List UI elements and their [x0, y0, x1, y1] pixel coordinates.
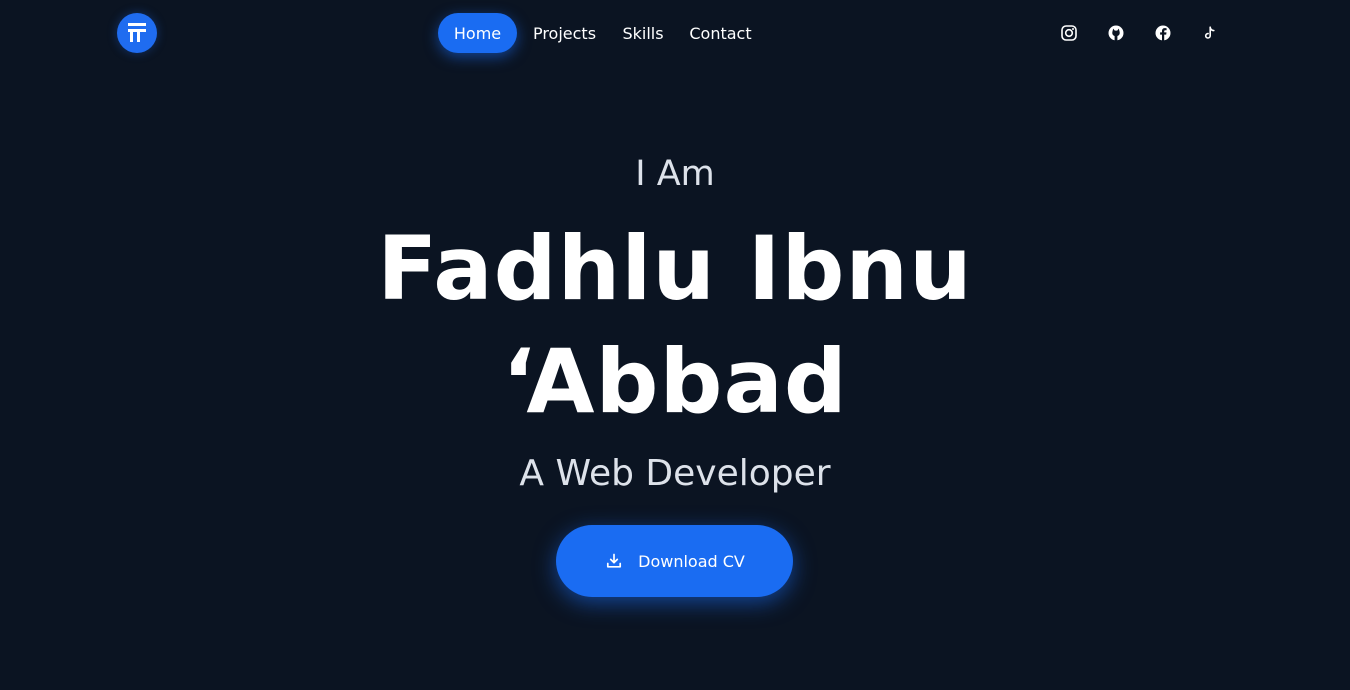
github-icon[interactable]	[1105, 22, 1127, 44]
instagram-icon[interactable]	[1058, 22, 1080, 44]
tiktok-icon[interactable]	[1199, 22, 1221, 44]
main-nav: Home Projects Skills Contact	[438, 13, 756, 53]
hero-name-line1: Fadhlu Ibnu	[377, 217, 973, 320]
download-icon	[604, 551, 624, 571]
nav-skills[interactable]: Skills	[621, 13, 665, 53]
nav-home[interactable]: Home	[438, 13, 517, 53]
download-cv-label: Download CV	[638, 551, 745, 571]
site-header: Home Projects Skills Contact	[0, 0, 1350, 66]
nav-projects[interactable]: Projects	[517, 13, 612, 53]
hero-name-line2: ‘Abbad	[502, 330, 848, 433]
facebook-icon[interactable]	[1152, 22, 1174, 44]
nav-contact[interactable]: Contact	[685, 13, 756, 53]
hero-role: A Web Developer	[519, 453, 831, 494]
hero-intro: I Am	[635, 154, 715, 194]
brand-logo-icon[interactable]	[117, 13, 157, 53]
download-cv-button[interactable]: Download CV	[556, 525, 793, 597]
